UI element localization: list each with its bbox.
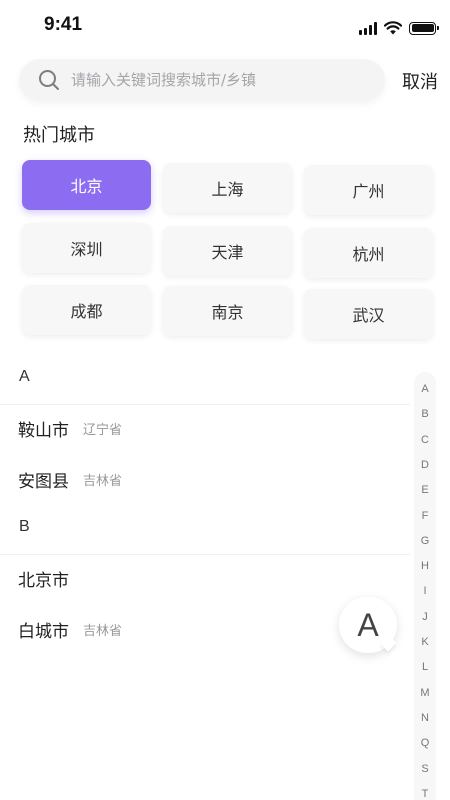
city-name: 安图县 (18, 471, 69, 492)
cancel-button[interactable]: 取消 (402, 68, 438, 94)
current-letter: A (357, 606, 379, 643)
city-province: 吉林省 (83, 473, 123, 489)
hot-city-4[interactable]: 深圳 (22, 223, 151, 273)
index-letter[interactable]: M (414, 687, 436, 699)
city-name: 白城市 (18, 621, 69, 642)
status-icons (359, 20, 439, 36)
index-letter[interactable]: Q (414, 737, 436, 749)
index-letter[interactable]: C (414, 434, 436, 446)
index-letter[interactable]: B (414, 408, 436, 420)
alphabet-index-bar[interactable]: A B C D E F G H I J K L M N Q S T (414, 372, 436, 800)
letter-header: A (19, 368, 30, 385)
city-province: 吉林省 (83, 623, 123, 639)
current-letter-indicator: A (339, 597, 397, 653)
city-row[interactable]: 白城市 吉林省 (18, 614, 318, 644)
hot-city-9[interactable]: 武汉 (304, 289, 433, 339)
index-letter[interactable]: D (414, 459, 436, 471)
index-letter[interactable]: G (414, 535, 436, 547)
index-letter[interactable]: E (414, 484, 436, 496)
city-name: 鞍山市 (18, 420, 69, 441)
hot-city-6[interactable]: 杭州 (304, 228, 433, 278)
city-row[interactable]: 北京市 (18, 563, 318, 593)
hot-city-3[interactable]: 广州 (304, 165, 433, 215)
search-icon (39, 70, 59, 90)
index-letter[interactable]: A (414, 383, 436, 395)
index-letter[interactable]: L (414, 661, 436, 673)
hot-cities-title: 热门城市 (23, 125, 95, 146)
index-letter[interactable]: H (414, 560, 436, 572)
index-letter[interactable]: I (414, 585, 436, 597)
hot-city-2[interactable]: 上海 (163, 163, 292, 213)
letter-header: B (19, 518, 30, 535)
city-row[interactable]: 安图县 吉林省 (18, 464, 318, 494)
hot-cities-grid: 北京 上海 广州深圳 天津 杭州成都 南京 武汉 (22, 160, 434, 340)
index-letter[interactable]: N (414, 712, 436, 724)
divider (0, 554, 410, 555)
status-bar: 9:41 (0, 0, 450, 50)
city-row[interactable]: 鞍山市 辽宁省 (18, 413, 318, 443)
wifi-icon (384, 21, 402, 35)
index-letter[interactable]: F (414, 510, 436, 522)
hot-city-8[interactable]: 南京 (163, 286, 292, 336)
divider (0, 404, 410, 405)
search-input[interactable] (71, 59, 371, 101)
battery-icon (409, 21, 439, 35)
index-letter[interactable]: T (414, 788, 436, 800)
status-time: 9:41 (44, 14, 83, 35)
hot-city-5[interactable]: 天津 (163, 226, 292, 276)
search-box[interactable] (19, 59, 385, 101)
index-letter[interactable]: K (414, 636, 436, 648)
city-name: 北京市 (18, 570, 69, 591)
index-letter[interactable]: S (414, 763, 436, 775)
city-province: 辽宁省 (83, 422, 123, 438)
signal-icon (359, 21, 377, 35)
hot-city-1[interactable]: 北京 (22, 160, 151, 210)
hot-city-7[interactable]: 成都 (22, 285, 151, 335)
index-letter[interactable]: J (414, 611, 436, 623)
